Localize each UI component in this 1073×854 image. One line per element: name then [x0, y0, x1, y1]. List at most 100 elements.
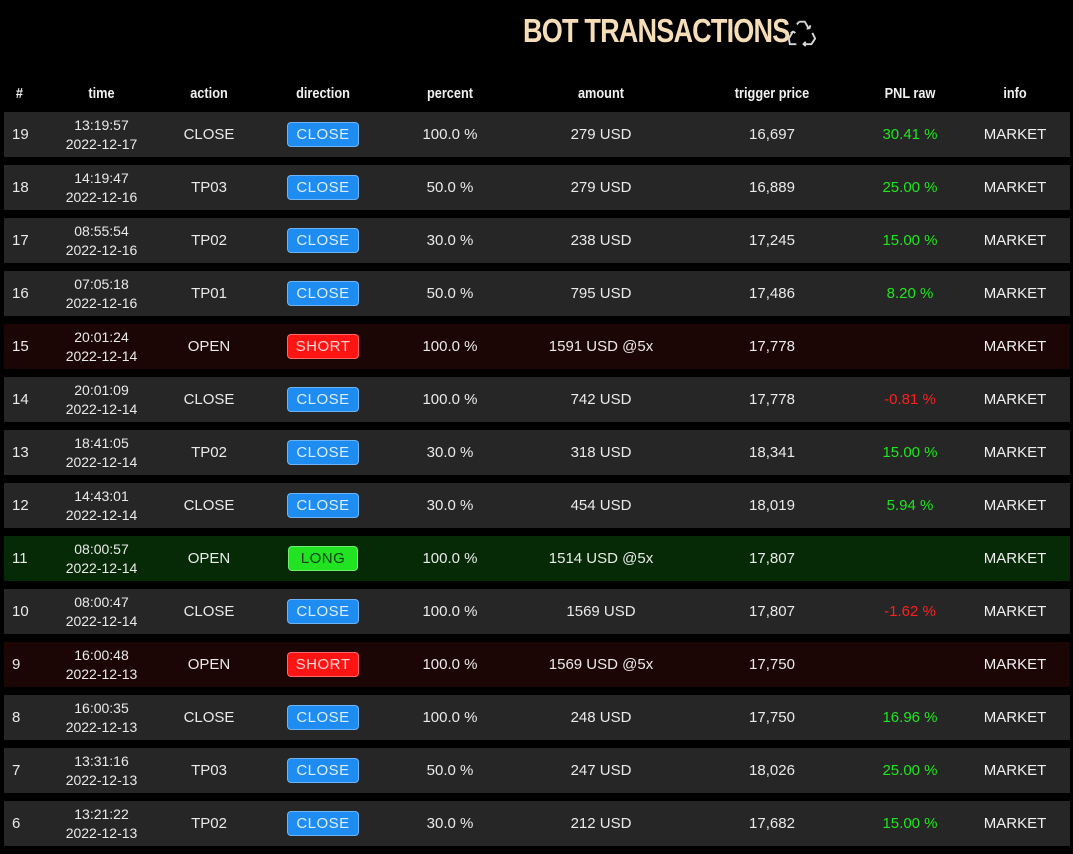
action-cell: TP02 — [154, 801, 264, 846]
table-row: 10 08:00:47 2022-12-14 CLOSE CLOSE 100.0 % 156… — [4, 589, 1070, 634]
direction-cell: CLOSE — [264, 695, 382, 740]
time-value: 13:19:57 — [74, 116, 129, 133]
direction-cell: SHORT — [264, 324, 382, 369]
column-header[interactable]: action — [162, 82, 256, 104]
row-number: 9 — [4, 642, 49, 687]
column-header[interactable]: percent — [392, 82, 508, 104]
action-cell: CLOSE — [154, 377, 264, 422]
trigger-price-cell: 17,807 — [684, 536, 860, 581]
direction-badge: CLOSE — [287, 758, 359, 783]
info-cell: MARKET — [960, 748, 1070, 793]
time-value: 14:43:01 — [74, 487, 129, 504]
direction-cell: CLOSE — [264, 271, 382, 316]
column-header[interactable]: info — [968, 82, 1062, 104]
date-value: 2022-12-16 — [65, 294, 138, 311]
action-cell: TP02 — [154, 218, 264, 263]
time-cell: 20:01:24 2022-12-14 — [49, 324, 154, 369]
pnl-cell: 25.00 % — [860, 165, 960, 210]
time-cell: 20:01:09 2022-12-14 — [49, 377, 154, 422]
time-value: 08:55:54 — [74, 222, 129, 239]
date-value: 2022-12-14 — [65, 506, 138, 523]
trigger-price-cell: 17,778 — [684, 324, 860, 369]
trigger-price-cell: 18,341 — [684, 430, 860, 475]
info-cell: MARKET — [960, 377, 1070, 422]
table-row: 9 16:00:48 2022-12-13 OPEN SHORT 100.0 % 1569 … — [4, 642, 1070, 687]
pnl-cell: 15.00 % — [860, 430, 960, 475]
amount-cell: 212 USD — [518, 801, 684, 846]
action-cell: TP01 — [154, 271, 264, 316]
column-header[interactable]: direction — [273, 82, 373, 104]
row-number: 16 — [4, 271, 49, 316]
table-row: 11 08:00:57 2022-12-14 OPEN LONG 100.0 % 1514 … — [4, 536, 1070, 581]
date-value: 2022-12-14 — [65, 612, 138, 629]
direction-cell: SHORT — [264, 642, 382, 687]
amount-cell: 279 USD — [518, 165, 684, 210]
action-cell: OPEN — [154, 536, 264, 581]
direction-badge: CLOSE — [287, 811, 359, 836]
percent-cell: 100.0 % — [382, 536, 518, 581]
date-value: 2022-12-16 — [65, 241, 138, 258]
percent-cell: 50.0 % — [382, 748, 518, 793]
title-bar: BOT TRANSACTIONS — [0, 0, 1073, 70]
percent-cell: 100.0 % — [382, 377, 518, 422]
column-header[interactable]: trigger price — [697, 82, 847, 104]
pnl-cell: 15.00 % — [860, 218, 960, 263]
date-value: 2022-12-13 — [65, 771, 138, 788]
direction-badge: CLOSE — [287, 705, 359, 730]
amount-cell: 238 USD — [518, 218, 684, 263]
pnl-cell: 30.41 % — [860, 112, 960, 157]
action-cell: CLOSE — [154, 483, 264, 528]
direction-badge: LONG — [288, 546, 358, 571]
row-number: 17 — [4, 218, 49, 263]
page-title: BOT TRANSACTIONS — [523, 12, 790, 49]
table-row: 15 20:01:24 2022-12-14 OPEN SHORT 100.0 % 1591… — [4, 324, 1070, 369]
date-value: 2022-12-14 — [65, 400, 138, 417]
column-header[interactable]: # — [7, 82, 45, 104]
table-row: 18 14:19:47 2022-12-16 TP03 CLOSE 50.0 % 279 U… — [4, 165, 1070, 210]
transactions-table: # time action direction percent amount t… — [4, 74, 1070, 854]
percent-cell: 30.0 % — [382, 801, 518, 846]
pnl-cell: -1.62 % — [860, 589, 960, 634]
row-number: 13 — [4, 430, 49, 475]
time-value: 20:01:24 — [74, 328, 129, 345]
date-value: 2022-12-14 — [65, 453, 138, 470]
time-cell: 08:55:54 2022-12-16 — [49, 218, 154, 263]
recycle-icon[interactable] — [787, 17, 817, 47]
direction-cell: CLOSE — [264, 801, 382, 846]
date-value: 2022-12-14 — [65, 559, 138, 576]
pnl-cell — [860, 642, 960, 687]
percent-cell: 100.0 % — [382, 642, 518, 687]
date-value: 2022-12-13 — [65, 665, 138, 682]
direction-badge: SHORT — [286, 334, 360, 359]
amount-cell: 318 USD — [518, 430, 684, 475]
percent-cell: 30.0 % — [382, 483, 518, 528]
time-cell: 13:19:57 2022-12-17 — [49, 112, 154, 157]
action-cell: TP02 — [154, 430, 264, 475]
table-row: 6 13:21:22 2022-12-13 TP02 CLOSE 30.0 % 212 US… — [4, 801, 1070, 846]
trigger-price-cell: 17,750 — [684, 695, 860, 740]
row-number: 7 — [4, 748, 49, 793]
time-value: 13:31:16 — [74, 752, 129, 769]
direction-cell: CLOSE — [264, 589, 382, 634]
time-cell: 16:00:35 2022-12-13 — [49, 695, 154, 740]
percent-cell: 50.0 % — [382, 271, 518, 316]
row-number: 18 — [4, 165, 49, 210]
direction-badge: CLOSE — [287, 175, 359, 200]
amount-cell: 279 USD — [518, 112, 684, 157]
pnl-cell — [860, 324, 960, 369]
amount-cell: 1569 USD @5x — [518, 642, 684, 687]
pnl-cell: 5.94 % — [860, 483, 960, 528]
info-cell: MARKET — [960, 801, 1070, 846]
column-header[interactable]: amount — [530, 82, 671, 104]
info-cell: MARKET — [960, 589, 1070, 634]
pnl-cell: 8.20 % — [860, 271, 960, 316]
table-row: 19 13:19:57 2022-12-17 CLOSE CLOSE 100.0 % 279… — [4, 112, 1070, 157]
percent-cell: 100.0 % — [382, 589, 518, 634]
direction-badge: CLOSE — [287, 228, 359, 253]
direction-cell: CLOSE — [264, 377, 382, 422]
trigger-price-cell: 18,019 — [684, 483, 860, 528]
column-header[interactable]: PNL raw — [868, 82, 953, 104]
column-header[interactable]: time — [57, 82, 146, 104]
table-row: 14 20:01:09 2022-12-14 CLOSE CLOSE 100.0 % 742… — [4, 377, 1070, 422]
trigger-price-cell: 18,026 — [684, 748, 860, 793]
